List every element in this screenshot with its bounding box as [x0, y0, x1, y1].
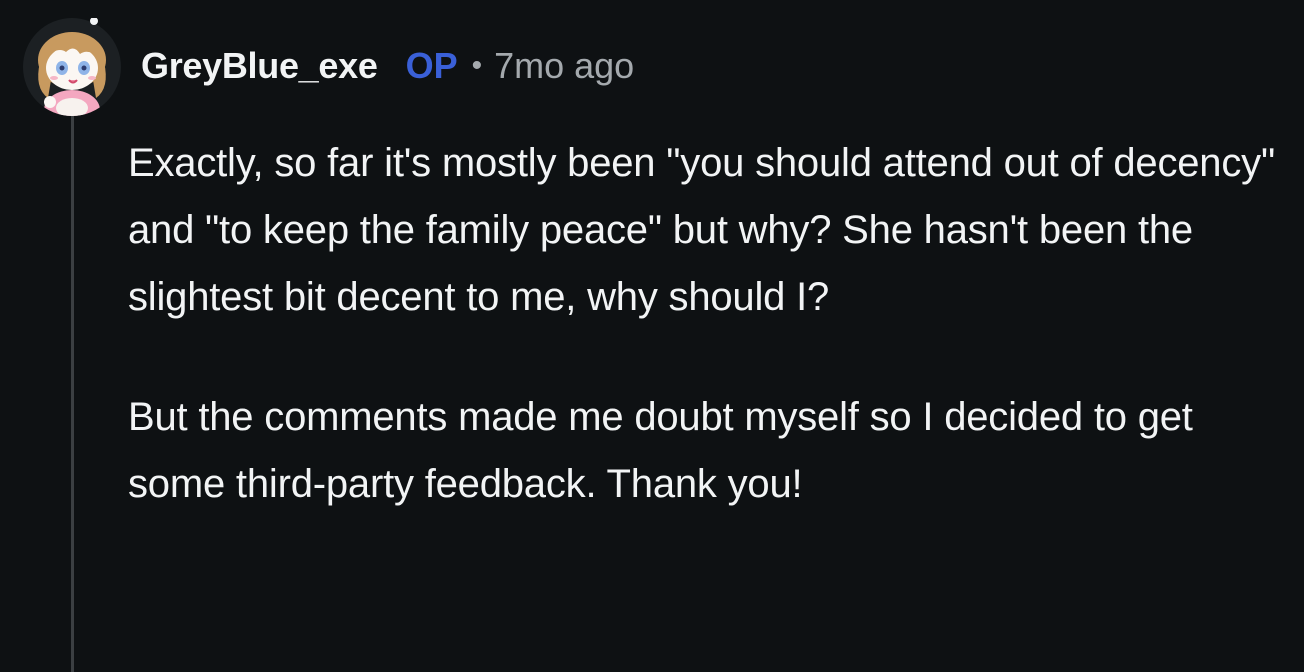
thread-line[interactable] [71, 112, 74, 672]
user-avatar-icon [23, 18, 121, 116]
op-badge: OP [405, 45, 458, 86]
comment-header: GreyBlue_exe OP • 7mo ago [141, 42, 634, 90]
avatar[interactable] [22, 18, 122, 116]
timestamp-link[interactable]: 7mo ago [494, 45, 634, 87]
username-link[interactable]: GreyBlue_exe [141, 45, 378, 87]
separator-dot: • [471, 49, 483, 82]
comment-paragraph: But the comments made me doubt myself so… [128, 395, 1193, 506]
comment-body: Exactly, so far it's mostly been "you sh… [128, 130, 1288, 518]
comment-paragraph: Exactly, so far it's mostly been "you sh… [128, 141, 1275, 319]
